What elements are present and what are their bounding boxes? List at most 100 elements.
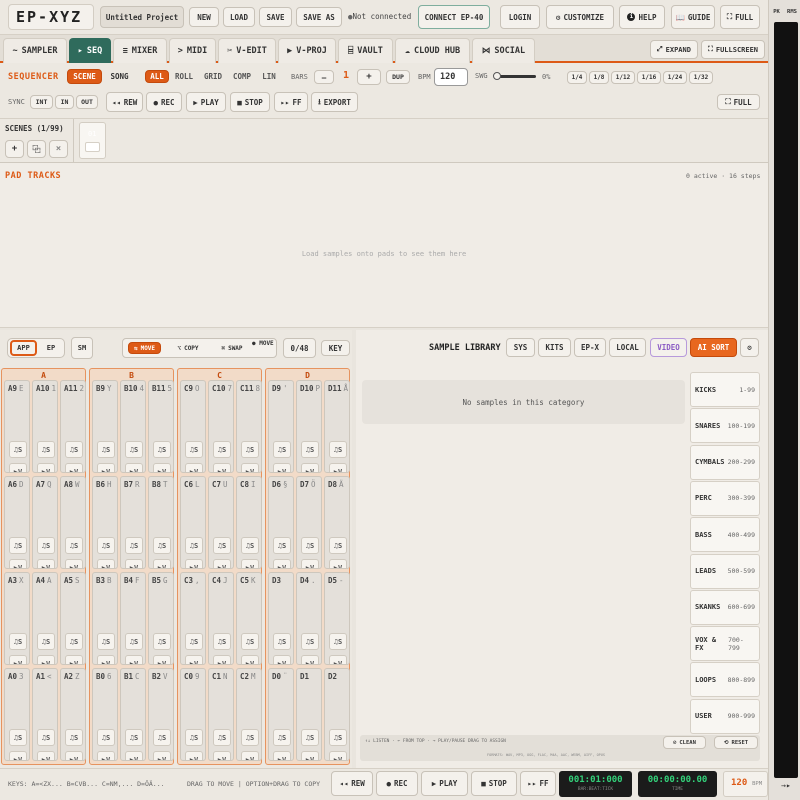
pad-a9[interactable]: A9 E ♫ S ▶ V bbox=[4, 380, 30, 473]
load-sample-button[interactable]: ♫ S bbox=[273, 633, 291, 650]
preview-button[interactable]: ▶ V bbox=[185, 751, 203, 760]
save-as-button[interactable]: SAVE AS bbox=[296, 7, 342, 27]
load-sample-button[interactable]: ♫ S bbox=[37, 729, 55, 746]
pad-d6[interactable]: D6 § ♫ S ▶ V bbox=[268, 476, 294, 569]
pad-d3[interactable]: D3 ♫ S ▶ V bbox=[268, 572, 294, 665]
pad-c0[interactable]: C0 9 ♫ S ▶ V bbox=[180, 668, 206, 761]
load-sample-button[interactable]: ♫ S bbox=[273, 537, 291, 554]
category-leads[interactable]: LEADS 500-599 bbox=[690, 553, 760, 589]
view-roll[interactable]: ROLL bbox=[172, 70, 196, 83]
bars-increment[interactable]: + bbox=[357, 69, 381, 85]
pad-d0[interactable]: D0 ¨ ♫ S ▶ V bbox=[268, 668, 294, 761]
view-lin[interactable]: LIN bbox=[258, 70, 280, 83]
load-sample-button[interactable]: ♫ S bbox=[65, 537, 83, 554]
load-sample-button[interactable]: ♫ S bbox=[241, 441, 259, 458]
preview-button[interactable]: ▶ V bbox=[273, 559, 291, 568]
mode-scene[interactable]: SCENE bbox=[67, 69, 102, 84]
preview-button[interactable]: ▶ V bbox=[125, 751, 143, 760]
source-ep-x[interactable]: EP-X bbox=[574, 338, 606, 357]
pad-c3[interactable]: C3, ♫ S ▶ V bbox=[180, 572, 206, 665]
guide-button[interactable]: 📖 GUIDE bbox=[671, 5, 715, 29]
reset-button[interactable]: ⟲ RESET bbox=[714, 736, 758, 749]
play-button[interactable]: ▶ PLAY bbox=[421, 771, 468, 796]
view-comp[interactable]: COMP bbox=[230, 70, 254, 83]
pad-b7[interactable]: B7 R ♫ S ▶ V bbox=[120, 476, 146, 569]
pad-c7[interactable]: C7 U ♫ S ▶ V bbox=[208, 476, 234, 569]
load-sample-button[interactable]: ♫ S bbox=[9, 537, 27, 554]
new-button[interactable]: NEW bbox=[189, 7, 219, 27]
sync-in[interactable]: IN bbox=[55, 95, 74, 109]
sync-int[interactable]: INT bbox=[30, 95, 53, 109]
category-snares[interactable]: SNARES 100-199 bbox=[690, 408, 760, 444]
project-name[interactable]: Untitled Project bbox=[100, 6, 184, 28]
preview-button[interactable]: ▶ V bbox=[273, 751, 291, 760]
load-sample-button[interactable]: ♫ S bbox=[65, 729, 83, 746]
load-sample-button[interactable]: ♫ S bbox=[97, 633, 115, 650]
pad-b4[interactable]: B4 F ♫ S ▶ V bbox=[120, 572, 146, 665]
rew-button[interactable]: ◂◂ REW bbox=[331, 771, 373, 796]
load-sample-button[interactable]: ♫ S bbox=[329, 729, 347, 746]
tab-seq[interactable]: ▸ SEQ bbox=[69, 38, 111, 63]
mode-song[interactable]: SONG bbox=[104, 69, 135, 84]
preview-button[interactable]: ▶ V bbox=[125, 463, 143, 472]
preview-button[interactable]: ▶ V bbox=[185, 463, 203, 472]
tab-vault[interactable]: ⌸ VAULT bbox=[338, 38, 393, 63]
load-sample-button[interactable]: ♫ S bbox=[9, 729, 27, 746]
tab-sampler[interactable]: ~ SAMPLER bbox=[3, 38, 67, 63]
source-kits[interactable]: KITS bbox=[538, 338, 571, 357]
seq-ff-button[interactable]: ▸▸ FF bbox=[274, 92, 308, 112]
swing-slider[interactable] bbox=[493, 72, 536, 80]
load-sample-button[interactable]: ♫ S bbox=[213, 441, 231, 458]
pad-b2[interactable]: B2 V ♫ S ▶ V bbox=[148, 668, 174, 761]
load-sample-button[interactable]: ♫ S bbox=[65, 441, 83, 458]
pad-c10[interactable]: C10 7 ♫ S ▶ V bbox=[208, 380, 234, 473]
load-sample-button[interactable]: ♫ S bbox=[9, 633, 27, 650]
preview-button[interactable]: ▶ V bbox=[37, 559, 55, 568]
video-button[interactable]: VIDEO bbox=[650, 338, 687, 357]
preview-button[interactable]: ▶ V bbox=[241, 463, 259, 472]
preview-button[interactable]: ▶ V bbox=[213, 559, 231, 568]
preview-button[interactable]: ▶ V bbox=[301, 463, 319, 472]
pad-a2[interactable]: A2 Z ♫ S ▶ V bbox=[60, 668, 86, 761]
pad-b6[interactable]: B6 H ♫ S ▶ V bbox=[92, 476, 118, 569]
pad-a11[interactable]: A11 2 ♫ S ▶ V bbox=[60, 380, 86, 473]
sm-button[interactable]: SM bbox=[71, 337, 93, 359]
export-button[interactable]: ⭳ EXPORT bbox=[311, 92, 358, 112]
load-sample-button[interactable]: ♫ S bbox=[241, 633, 259, 650]
pad-b0[interactable]: B0 6 ♫ S ▶ V bbox=[92, 668, 118, 761]
seq-rew-button[interactable]: ◂◂ REW bbox=[106, 92, 143, 112]
seq-play-button[interactable]: ▶ PLAY bbox=[186, 92, 226, 112]
preview-button[interactable]: ▶ V bbox=[153, 751, 171, 760]
load-sample-button[interactable]: ♫ S bbox=[301, 729, 319, 746]
load-sample-button[interactable]: ♫ S bbox=[153, 729, 171, 746]
preview-button[interactable]: ▶ V bbox=[213, 655, 231, 664]
customize-button[interactable]: ⚙ CUSTOMIZE bbox=[546, 5, 614, 29]
load-sample-button[interactable]: ♫ S bbox=[301, 633, 319, 650]
load-sample-button[interactable]: ♫ S bbox=[65, 633, 83, 650]
preview-button[interactable]: ▶ V bbox=[65, 751, 83, 760]
tab-v-proj[interactable]: ▶ V-PROJ bbox=[278, 38, 336, 63]
preview-button[interactable]: ▶ V bbox=[9, 751, 27, 760]
ep-toggle[interactable]: EP bbox=[39, 341, 63, 355]
load-sample-button[interactable]: ♫ S bbox=[125, 633, 143, 650]
delete-scene-button[interactable]: × bbox=[49, 140, 68, 158]
app-toggle[interactable]: APP bbox=[10, 340, 37, 356]
clean-button[interactable]: ⊘ CLEAN bbox=[663, 736, 706, 749]
quant-1-12[interactable]: 1/12 bbox=[611, 71, 635, 84]
pad-c2[interactable]: C2 M ♫ S ▶ V bbox=[236, 668, 262, 761]
pad-a5[interactable]: A5 S ♫ S ▶ V bbox=[60, 572, 86, 665]
pad-a8[interactable]: A8 W ♫ S ▶ V bbox=[60, 476, 86, 569]
load-sample-button[interactable]: ♫ S bbox=[273, 441, 291, 458]
pad-d2[interactable]: D2 ♫ S ▶ V bbox=[324, 668, 350, 761]
full-button[interactable]: ⛶ FULL bbox=[720, 5, 760, 29]
preview-button[interactable]: ▶ V bbox=[125, 559, 143, 568]
stop-button[interactable]: ■ STOP bbox=[471, 771, 517, 796]
category-loops[interactable]: LOOPS 800-899 bbox=[690, 662, 760, 698]
pad-d8[interactable]: D8 Ä ♫ S ▶ V bbox=[324, 476, 350, 569]
quant-1-8[interactable]: 1/8 bbox=[589, 71, 609, 84]
pad-d7[interactable]: D7 Ö ♫ S ▶ V bbox=[296, 476, 322, 569]
pad-b8[interactable]: B8 T ♫ S ▶ V bbox=[148, 476, 174, 569]
swap-tool[interactable]: ⌘ SWAP bbox=[216, 342, 248, 354]
preview-button[interactable]: ▶ V bbox=[153, 463, 171, 472]
expand-button[interactable]: ⤢ EXPAND bbox=[650, 40, 698, 59]
